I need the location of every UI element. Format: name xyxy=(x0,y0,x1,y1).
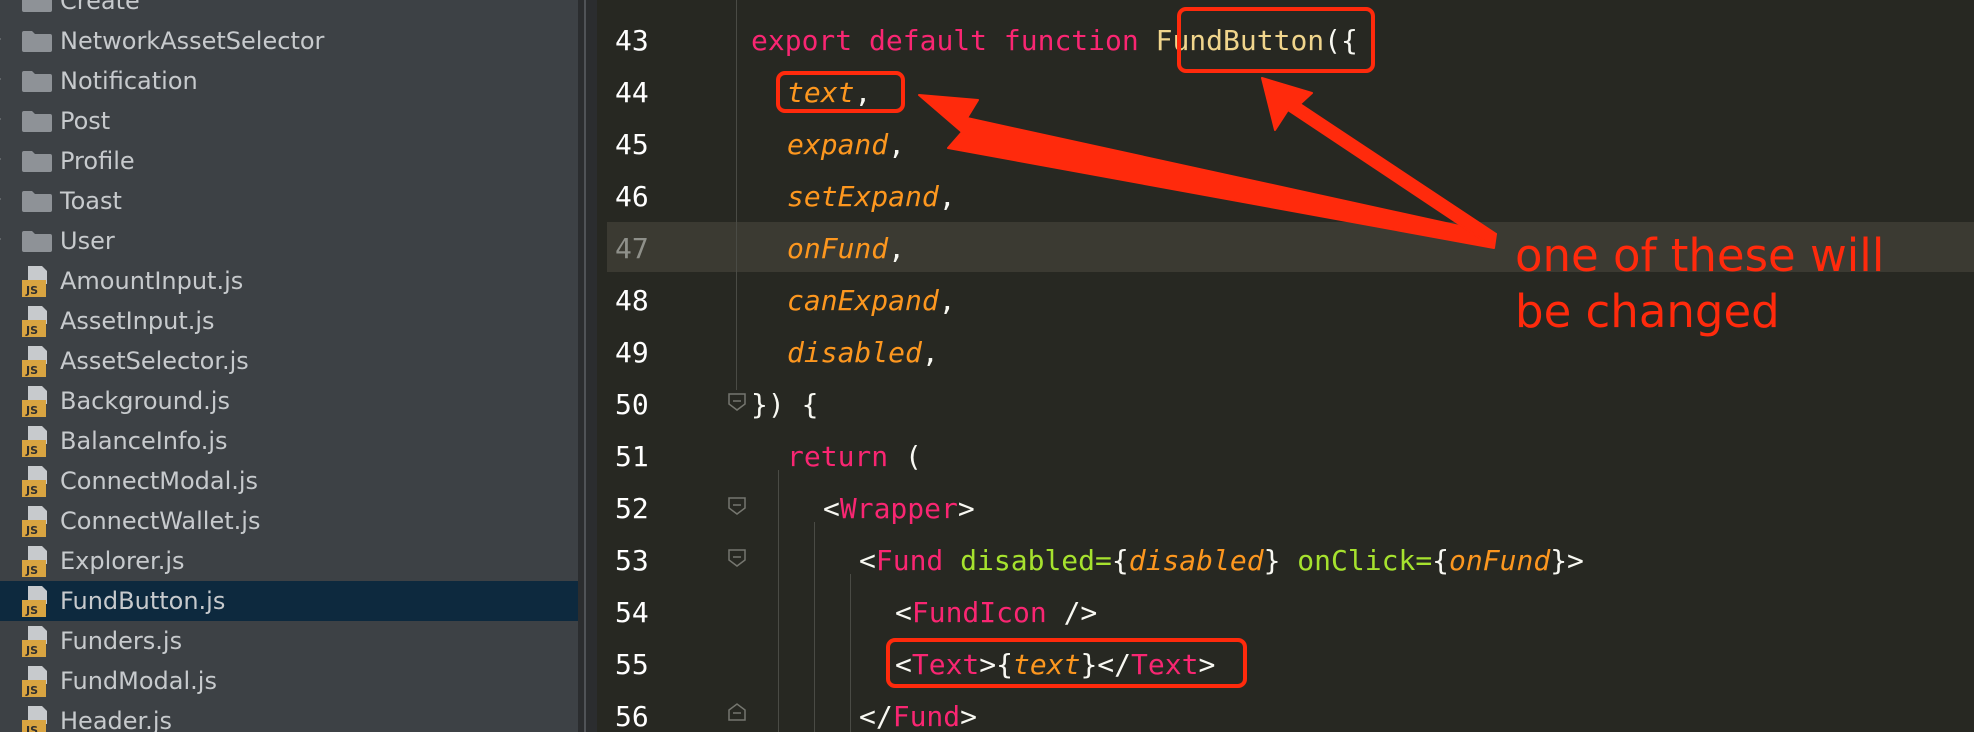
annotation-note: one of these will be changed xyxy=(1515,229,1885,338)
arrow-to-text-param-icon xyxy=(918,94,1497,249)
annotation-arrows xyxy=(918,77,1497,249)
